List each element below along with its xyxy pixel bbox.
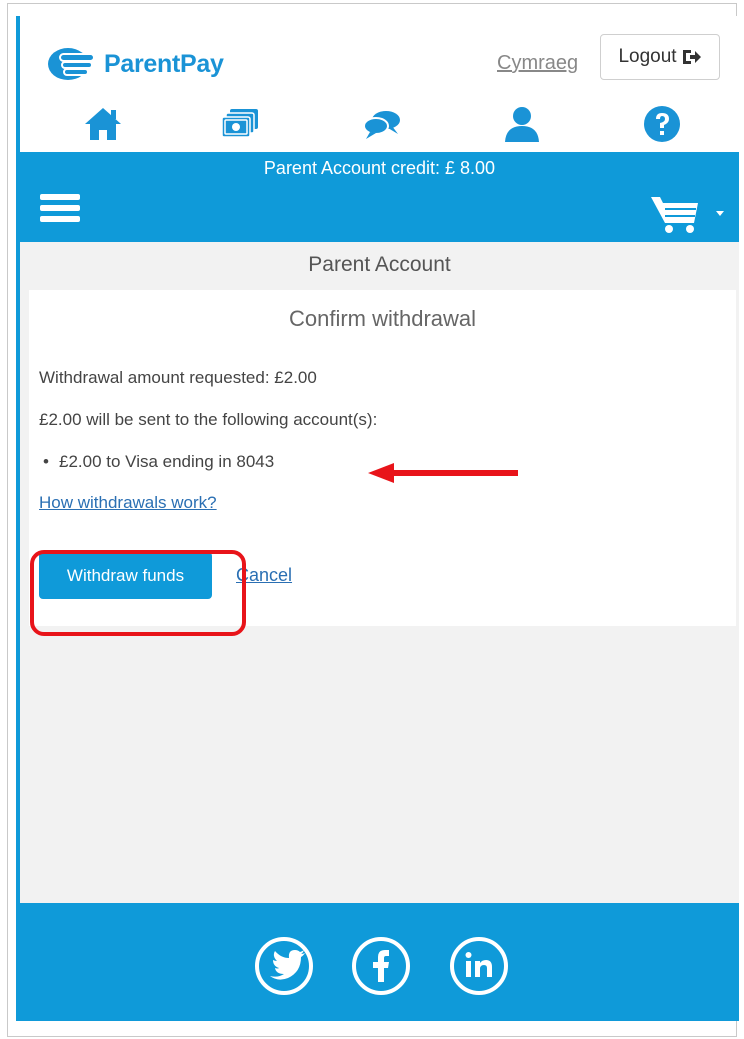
- section-title: Parent Account: [308, 253, 451, 276]
- annotation-arrow: [368, 463, 518, 483]
- logo[interactable]: ParentPay: [46, 44, 224, 84]
- account-credit-text: Parent Account credit: £ 8.00: [263, 158, 496, 178]
- profile-icon[interactable]: [502, 104, 542, 144]
- logo-text: ParentPay: [104, 49, 224, 78]
- withdrawal-amount-text: Withdrawal amount requested: £2.00: [39, 368, 317, 387]
- linkedin-icon[interactable]: [449, 936, 509, 996]
- hamburger-menu-icon[interactable]: [40, 194, 80, 230]
- language-link[interactable]: Cymraeg: [497, 52, 578, 75]
- card-title: Confirm withdrawal: [288, 306, 477, 331]
- header: ParentPay Cymraeg Logout: [20, 16, 739, 152]
- logout-label: Logout: [618, 46, 677, 67]
- logout-icon: [682, 50, 701, 64]
- nav-icon-bar: [20, 104, 739, 144]
- help-icon[interactable]: [642, 104, 682, 144]
- home-icon[interactable]: [83, 104, 123, 144]
- facebook-icon[interactable]: [351, 936, 411, 996]
- shopping-cart-icon[interactable]: [648, 191, 730, 237]
- payments-icon[interactable]: [220, 104, 260, 144]
- menu-bar: [20, 186, 739, 242]
- how-withdrawals-work-link[interactable]: How withdrawals work?: [39, 493, 217, 513]
- twitter-icon[interactable]: [254, 936, 314, 996]
- destination-intro-text: £2.00 will be sent to the following acco…: [39, 410, 378, 429]
- parentpay-logo-icon: [48, 48, 95, 80]
- messages-icon[interactable]: [362, 104, 402, 144]
- logout-button[interactable]: Logout: [600, 34, 720, 80]
- footer: [20, 903, 739, 1021]
- annotation-highlight-box: [30, 550, 246, 636]
- account-list-item: £2.00 to Visa ending in 8043: [43, 452, 274, 472]
- app-viewport: ParentPay Cymraeg Logout Parent Account …: [16, 16, 739, 1021]
